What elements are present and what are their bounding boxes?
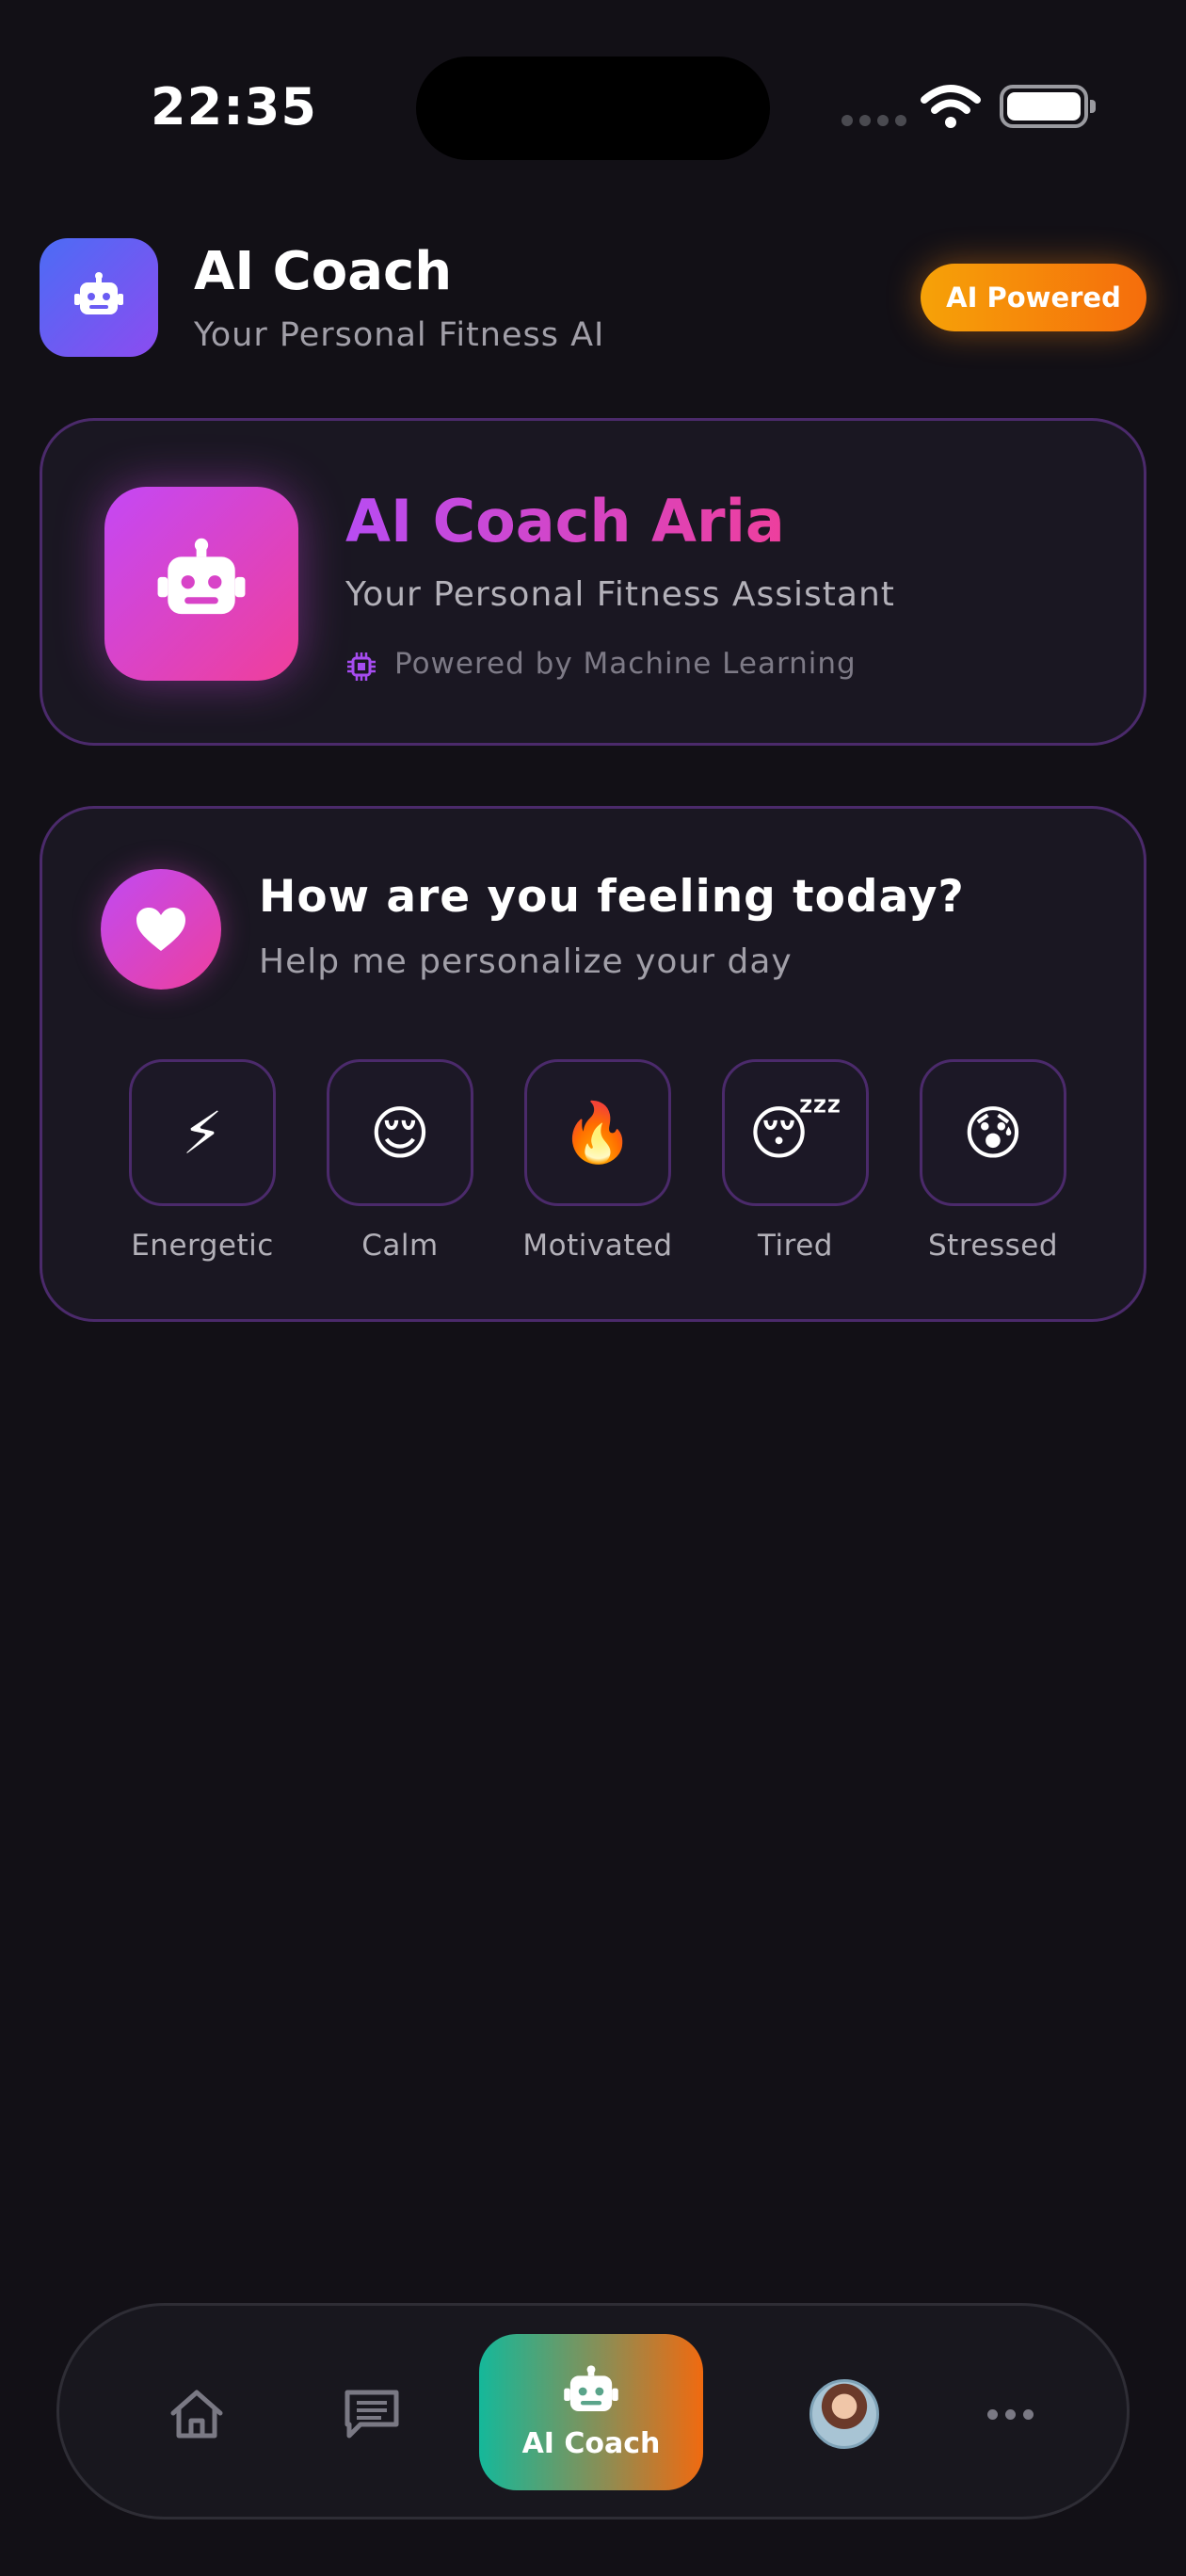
- calm-emoji-icon[interactable]: 😌: [327, 1059, 473, 1206]
- heart-icon: [136, 908, 185, 951]
- coach-profile-card[interactable]: AI Coach Aria Your Personal Fitness Assi…: [40, 418, 1146, 746]
- more-icon: [986, 2408, 1034, 2420]
- home-icon: [170, 2390, 223, 2439]
- nav-more[interactable]: [954, 2306, 1066, 2522]
- mood-label: Motivated: [522, 1229, 673, 1263]
- mood-label: Tired: [758, 1229, 833, 1263]
- mood-subtitle: Help me personalize your day: [259, 942, 793, 981]
- page-title: AI Coach: [194, 241, 453, 302]
- screen: 22:35 AI Coach Your Personal Fitness AI …: [0, 0, 1186, 2576]
- nav-ai-coach[interactable]: AI Coach: [479, 2334, 703, 2490]
- stressed-emoji-icon[interactable]: 😰: [920, 1059, 1066, 1206]
- coach-name: AI Coach Aria: [345, 487, 785, 555]
- nav-chat[interactable]: [315, 2306, 428, 2522]
- cellular-signal-icon: [841, 115, 906, 126]
- robot-icon: [157, 538, 246, 615]
- nav-home[interactable]: [140, 2306, 253, 2522]
- coach-avatar: [104, 487, 298, 681]
- bottom-nav-bar: AI Coach: [56, 2303, 1130, 2520]
- battery-icon: [1000, 85, 1096, 128]
- mood-title: How are you feeling today?: [259, 871, 965, 923]
- status-time: 22:35: [151, 77, 317, 137]
- mood-options: ⚡ Energetic 😌 Calm 🔥 Motivated 😴 Tired 😰…: [108, 1059, 1087, 1285]
- mood-label: Energetic: [131, 1229, 274, 1263]
- chat-icon: [345, 2390, 399, 2439]
- nav-ai-coach-label: AI Coach: [521, 2426, 661, 2460]
- mood-check-card: How are you feeling today? Help me perso…: [40, 806, 1146, 1322]
- ai-powered-badge[interactable]: AI Powered: [921, 264, 1146, 331]
- coach-subtitle: Your Personal Fitness Assistant: [345, 575, 895, 614]
- robot-icon: [564, 2364, 618, 2411]
- tired-emoji-icon[interactable]: 😴: [722, 1059, 869, 1206]
- mood-option-motivated[interactable]: 🔥 Motivated: [504, 1059, 692, 1263]
- heart-badge: [101, 869, 221, 990]
- wifi-icon: [921, 85, 981, 128]
- mood-option-calm[interactable]: 😌 Calm: [306, 1059, 494, 1263]
- app-logo-icon: [40, 238, 158, 357]
- profile-avatar: [809, 2379, 879, 2449]
- nav-profile[interactable]: [788, 2306, 901, 2522]
- motivated-emoji-icon[interactable]: 🔥: [524, 1059, 671, 1206]
- powered-by-text: Powered by Machine Learning: [394, 647, 857, 681]
- page-subtitle: Your Personal Fitness AI: [194, 316, 605, 354]
- mood-option-energetic[interactable]: ⚡ Energetic: [108, 1059, 296, 1263]
- robot-icon: [74, 272, 123, 314]
- chip-icon: [347, 652, 376, 681]
- mood-option-stressed[interactable]: 😰 Stressed: [899, 1059, 1087, 1263]
- dynamic-island: [416, 56, 770, 160]
- energetic-emoji-icon[interactable]: ⚡: [129, 1059, 276, 1206]
- mood-option-tired[interactable]: 😴 Tired: [701, 1059, 890, 1263]
- mood-label: Stressed: [927, 1229, 1059, 1263]
- mood-label: Calm: [361, 1229, 439, 1263]
